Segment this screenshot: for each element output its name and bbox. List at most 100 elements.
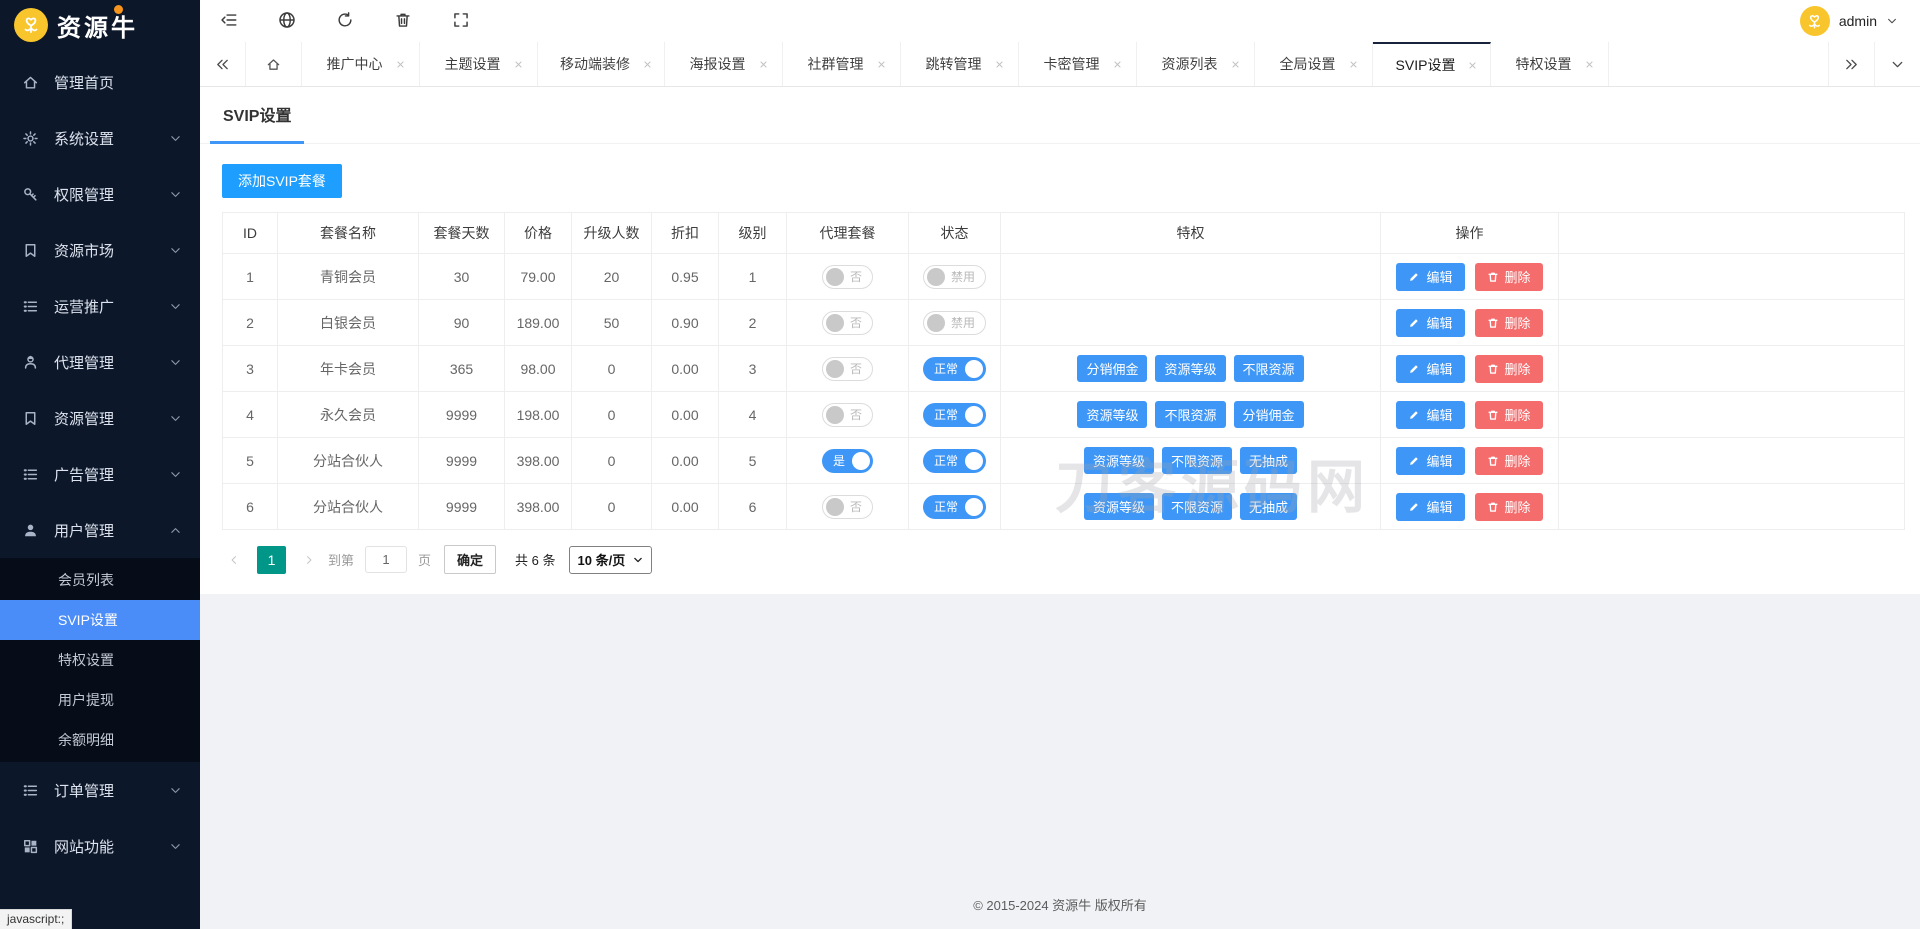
user-menu[interactable]: admin — [1799, 6, 1898, 36]
status-toggle[interactable]: 正常 — [922, 402, 986, 427]
delete-button[interactable]: 删除 — [1474, 446, 1543, 475]
cell-filler — [1558, 299, 1905, 346]
sidebar-item[interactable]: 广告管理 — [0, 446, 200, 502]
next-page-button[interactable] — [297, 547, 321, 573]
edit-button[interactable]: 编辑 — [1396, 354, 1465, 383]
agent-toggle-knob — [825, 267, 844, 286]
delete-button-label: 删除 — [1504, 500, 1531, 515]
edit-button[interactable]: 编辑 — [1396, 262, 1465, 291]
status-toggle[interactable]: 正常 — [922, 356, 986, 381]
sidebar-item[interactable]: 用户管理 — [0, 502, 200, 558]
fullscreen-button[interactable] — [450, 10, 472, 32]
trash-button[interactable] — [392, 10, 414, 32]
close-icon[interactable] — [1349, 60, 1358, 69]
edit-button[interactable]: 编辑 — [1396, 446, 1465, 475]
add-svip-package-button[interactable]: 添加SVIP套餐 — [222, 164, 342, 198]
tab[interactable]: SVIP设置 — [1373, 42, 1491, 86]
content-area: SVIP设置 添加SVIP套餐 ID 套餐名称 套餐天数 价格 升级人数 折扣 级别 代理套餐… — [200, 87, 1920, 929]
sidebar-item[interactable]: 网站功能 — [0, 818, 200, 874]
sidebar-item[interactable]: 运营推广 — [0, 278, 200, 334]
confirm-page-button[interactable]: 确定 — [444, 545, 497, 574]
tab-home[interactable] — [246, 42, 302, 86]
agent-toggle[interactable]: 否 — [821, 310, 873, 335]
tabs-scroll-right-button[interactable] — [1828, 42, 1874, 86]
tabs-menu-button[interactable] — [1874, 42, 1920, 86]
close-icon[interactable] — [759, 60, 768, 69]
trash-mini-icon — [1487, 317, 1499, 329]
delete-button[interactable]: 删除 — [1474, 400, 1543, 429]
tab[interactable]: 全局设置 — [1255, 42, 1373, 86]
close-icon[interactable] — [1585, 60, 1594, 69]
close-icon[interactable] — [643, 60, 652, 69]
sidebar-item[interactable]: 权限管理 — [0, 166, 200, 222]
delete-button[interactable]: 删除 — [1474, 262, 1543, 291]
status-toggle[interactable]: 正常 — [922, 494, 986, 519]
user-name: admin — [1838, 13, 1877, 29]
tab[interactable]: 资源列表 — [1137, 42, 1255, 86]
sidebar-item-label: 运营推广 — [54, 298, 115, 316]
panel-title-tab[interactable]: SVIP设置 — [210, 102, 305, 144]
tab[interactable]: 跳转管理 — [901, 42, 1019, 86]
delete-button[interactable]: 删除 — [1474, 308, 1543, 337]
sidebar-item[interactable]: 管理首页 — [0, 54, 200, 110]
tab[interactable]: 特权设置 — [1491, 42, 1609, 86]
delete-button[interactable]: 删除 — [1474, 492, 1543, 521]
close-icon[interactable] — [877, 60, 886, 69]
status-toggle[interactable]: 禁用 — [922, 264, 986, 289]
sidebar-item[interactable]: 订单管理 — [0, 762, 200, 818]
agent-toggle[interactable]: 否 — [821, 494, 873, 519]
agent-toggle[interactable]: 是 — [821, 448, 873, 473]
edit-button[interactable]: 编辑 — [1396, 492, 1465, 521]
tab[interactable]: 卡密管理 — [1019, 42, 1137, 86]
tab-label: 主题设置 — [444, 56, 501, 72]
tab-label: 全局设置 — [1279, 56, 1336, 72]
close-icon[interactable] — [995, 60, 1004, 69]
tab[interactable]: 海报设置 — [665, 42, 783, 86]
sidebar-subitem[interactable]: 余额明细 — [0, 720, 200, 760]
logo[interactable]: 资源牛 — [0, 0, 200, 50]
cell-level: 6 — [718, 483, 787, 530]
tab[interactable]: 移动端装修 — [538, 42, 665, 86]
tab[interactable]: 主题设置 — [420, 42, 538, 86]
page-jump-input[interactable] — [365, 546, 408, 573]
sidebar-item[interactable]: 系统设置 — [0, 110, 200, 166]
prev-page-button[interactable] — [222, 547, 246, 573]
sidebar-item-label: 广告管理 — [54, 466, 115, 484]
brand-logo-icon — [14, 8, 48, 42]
status-toggle[interactable]: 禁用 — [922, 310, 986, 335]
tab[interactable]: 社群管理 — [783, 42, 901, 86]
cell-discount: 0.00 — [651, 483, 719, 530]
page-number-button[interactable]: 1 — [257, 545, 286, 574]
cell-actions: 编辑 删除 — [1380, 437, 1559, 484]
close-icon[interactable] — [514, 60, 523, 69]
globe-button[interactable] — [276, 10, 298, 32]
cell-status: 禁用 — [908, 299, 1001, 346]
close-icon[interactable] — [396, 60, 405, 69]
shrink-button[interactable] — [218, 10, 240, 32]
close-icon[interactable] — [1113, 60, 1122, 69]
page-title: SVIP设置 — [223, 108, 292, 125]
tab[interactable]: 推广中心 — [302, 42, 420, 86]
close-icon[interactable] — [1231, 60, 1240, 69]
delete-button[interactable]: 删除 — [1474, 354, 1543, 383]
edit-button[interactable]: 编辑 — [1396, 400, 1465, 429]
agent-toggle[interactable]: 否 — [821, 402, 873, 427]
sidebar-subitem[interactable]: 用户提现 — [0, 680, 200, 720]
sidebar-item[interactable]: 资源市场 — [0, 222, 200, 278]
sidebar-subitem[interactable]: 会员列表 — [0, 560, 200, 600]
sidebar-item[interactable]: 资源管理 — [0, 390, 200, 446]
sidebar-subitem[interactable]: SVIP设置 — [0, 600, 200, 640]
edit-button[interactable]: 编辑 — [1396, 308, 1465, 337]
cell-id: 5 — [222, 437, 278, 484]
column-header: 操作 — [1380, 212, 1559, 254]
tabs-scroll-left-button[interactable] — [200, 42, 246, 86]
close-icon[interactable] — [1468, 61, 1477, 70]
page-size-select[interactable]: 10 条/页 — [568, 545, 653, 574]
sidebar-item[interactable]: 代理管理 — [0, 334, 200, 390]
status-toggle[interactable]: 正常 — [922, 448, 986, 473]
refresh-button[interactable] — [334, 10, 356, 32]
agent-toggle[interactable]: 否 — [821, 356, 873, 381]
sidebar-subitem[interactable]: 特权设置 — [0, 640, 200, 680]
agent-toggle[interactable]: 否 — [821, 264, 873, 289]
cell-privileges: 资源等级 不限资源 无抽成 — [1000, 483, 1381, 530]
